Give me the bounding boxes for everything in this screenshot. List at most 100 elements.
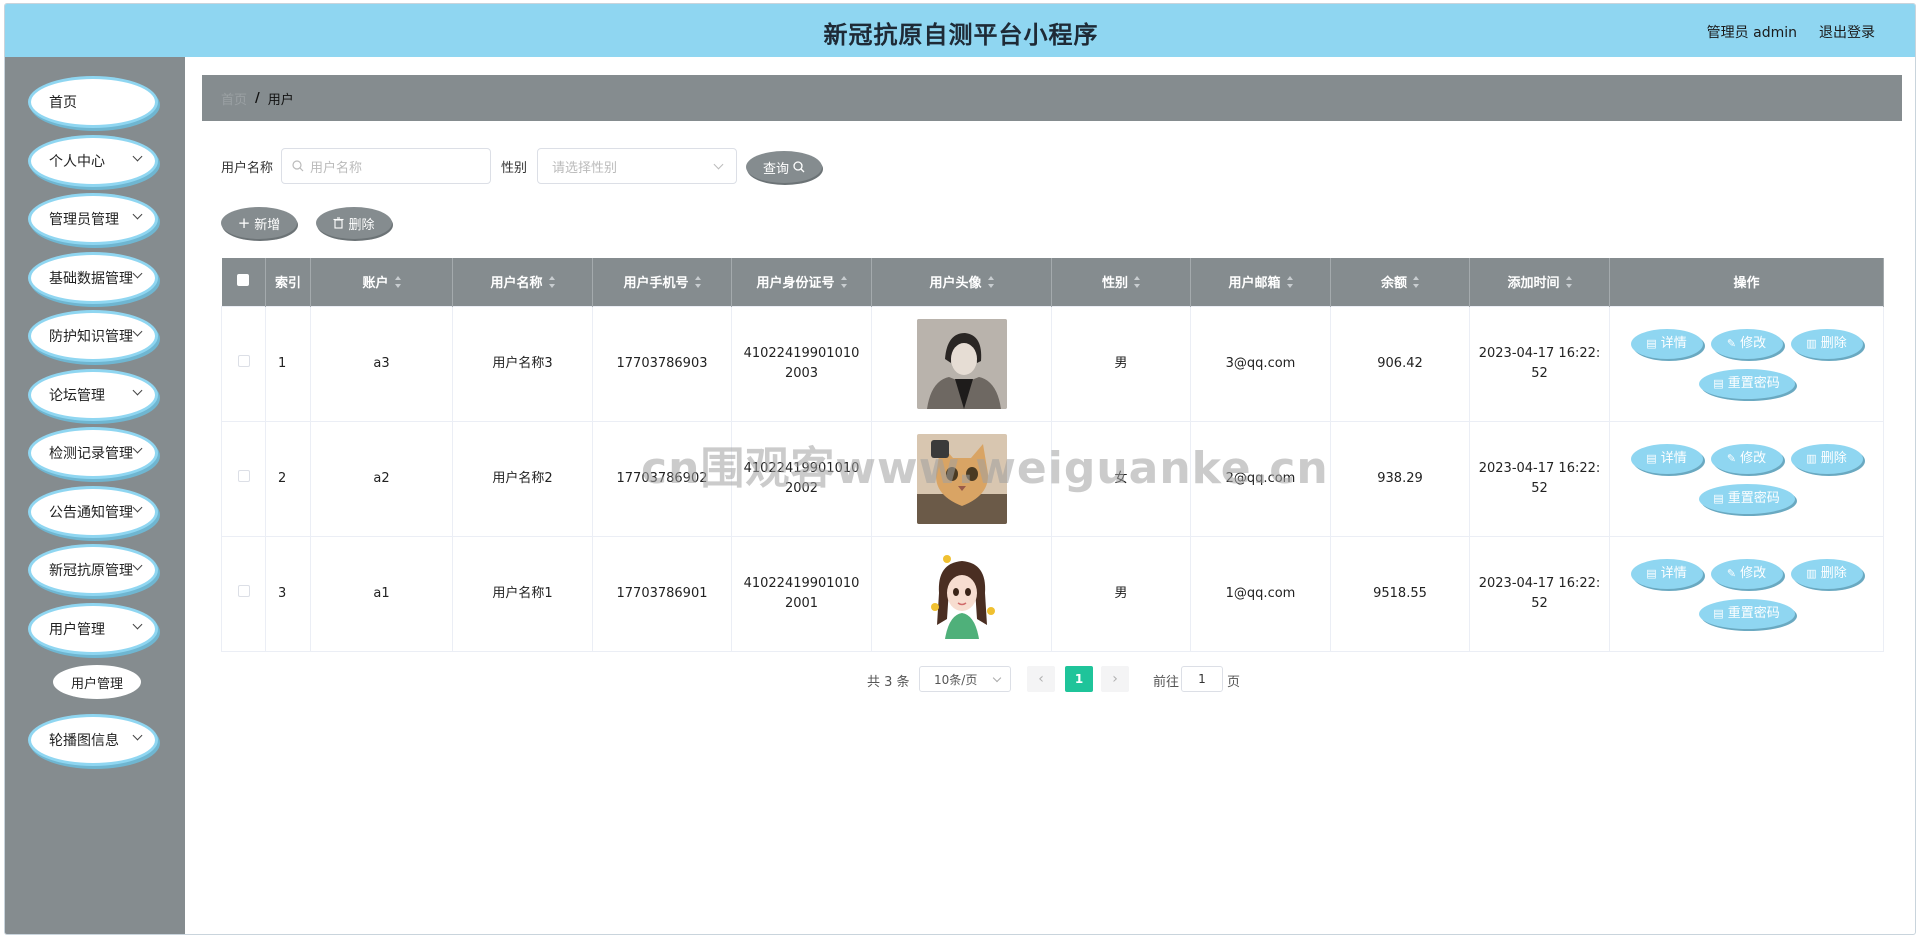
edit-button[interactable]: ✎ 修改 bbox=[1710, 328, 1783, 359]
cell-account: a1 bbox=[310, 535, 453, 652]
sort-icon[interactable] bbox=[694, 276, 701, 289]
sort-icon[interactable] bbox=[1286, 276, 1293, 289]
page-number-1[interactable]: 1 bbox=[1065, 666, 1093, 692]
delete-button[interactable]: ▥ 删除 bbox=[1790, 443, 1863, 474]
col-header-avatar[interactable]: 用户头像 bbox=[871, 258, 1052, 306]
batch-delete-button[interactable]: 删除 bbox=[316, 207, 392, 239]
query-button[interactable]: 查询 bbox=[746, 151, 822, 183]
sidebar-item-admin-manage[interactable]: 管理员管理 bbox=[31, 196, 155, 242]
sidebar-item-home[interactable]: 首页 bbox=[31, 79, 155, 125]
sidebar-item-test-records[interactable]: 检测记录管理 bbox=[31, 430, 155, 476]
edit-label: 修改 bbox=[1740, 565, 1767, 581]
user-avatar-image[interactable] bbox=[916, 318, 1007, 409]
col-header-idcard[interactable]: 用户身份证号 bbox=[731, 258, 872, 306]
breadcrumb-home[interactable]: 首页 bbox=[221, 89, 247, 108]
name-label: 用户名称 bbox=[221, 161, 274, 176]
sidebar-item-carousel[interactable]: 轮播图信息 bbox=[31, 717, 155, 763]
edit-button[interactable]: ✎ 修改 bbox=[1710, 558, 1783, 589]
sidebar-item-notices[interactable]: 公告通知管理 bbox=[31, 489, 155, 535]
search-icon bbox=[292, 160, 304, 172]
edit-button[interactable]: ✎ 修改 bbox=[1710, 443, 1783, 474]
top-header: 新冠抗原自测平台小程序 管理员 admin 退出登录 bbox=[5, 4, 1915, 57]
add-button[interactable]: + 新增 bbox=[221, 207, 297, 239]
sidebar-item-user-manage[interactable]: 用户管理 bbox=[31, 606, 155, 652]
gender-select[interactable]: 请选择性别 bbox=[537, 148, 737, 184]
sidebar-item-antigen[interactable]: 新冠抗原管理 bbox=[31, 547, 155, 593]
header-label: 性别 bbox=[1101, 276, 1128, 292]
delete-label: 删除 bbox=[1820, 335, 1847, 351]
logout-link[interactable]: 退出登录 bbox=[1819, 22, 1875, 42]
user-avatar-image[interactable] bbox=[916, 433, 1007, 524]
name-search-input[interactable]: 用户名称 bbox=[281, 148, 491, 184]
delete-button[interactable]: ▥ 删除 bbox=[1790, 558, 1863, 589]
cell-balance: 9518.55 bbox=[1330, 535, 1470, 652]
sort-icon[interactable] bbox=[1565, 276, 1572, 289]
sort-icon[interactable] bbox=[548, 276, 555, 289]
row-select-cell[interactable] bbox=[221, 420, 266, 537]
col-header-email[interactable]: 用户邮箱 bbox=[1190, 258, 1331, 306]
col-header-phone[interactable]: 用户手机号 bbox=[592, 258, 732, 306]
row-select-cell[interactable] bbox=[221, 535, 266, 652]
cell-name: 用户名称1 bbox=[452, 535, 593, 652]
col-header-gender[interactable]: 性别 bbox=[1051, 258, 1191, 306]
col-header-name[interactable]: 用户名称 bbox=[452, 258, 593, 306]
cell-time: 2023-04-17 16:22:52 bbox=[1469, 420, 1610, 537]
sort-icon[interactable] bbox=[1134, 276, 1140, 289]
cell-index: 2 bbox=[265, 420, 311, 537]
header-label: 用户手机号 bbox=[623, 276, 689, 292]
detail-button[interactable]: ▤ 详情 bbox=[1630, 443, 1703, 474]
next-page-button[interactable]: › bbox=[1101, 666, 1129, 692]
row-checkbox[interactable] bbox=[237, 354, 250, 367]
prev-page-button[interactable]: ‹ bbox=[1027, 666, 1055, 692]
col-header-index: 索引 bbox=[265, 258, 311, 306]
sort-icon[interactable] bbox=[840, 276, 847, 289]
cell-avatar bbox=[871, 535, 1052, 652]
trash-icon bbox=[333, 217, 344, 229]
trash-icon: ▥ bbox=[1806, 336, 1817, 350]
sidebar-subitem-user-manage[interactable]: 用户管理 bbox=[53, 665, 141, 699]
page-size-value: 10条/页 bbox=[934, 672, 978, 687]
header-label: 操作 bbox=[1733, 276, 1760, 292]
col-header-account[interactable]: 账户 bbox=[310, 258, 453, 306]
row-select-cell[interactable] bbox=[221, 305, 266, 422]
col-header-time[interactable]: 添加时间 bbox=[1469, 258, 1610, 306]
col-header-balance[interactable]: 余额 bbox=[1330, 258, 1470, 306]
select-all-cell[interactable] bbox=[221, 258, 266, 306]
reset-password-button[interactable]: ▤ 重置密码 bbox=[1698, 483, 1795, 514]
row-checkbox[interactable] bbox=[237, 469, 250, 482]
header-label: 余额 bbox=[1380, 276, 1407, 292]
sort-icon[interactable] bbox=[1413, 276, 1419, 289]
trash-icon: ▥ bbox=[1806, 566, 1817, 580]
sort-icon[interactable] bbox=[987, 276, 994, 289]
detail-label: 详情 bbox=[1660, 565, 1687, 581]
sidebar-item-label: 新冠抗原管理 bbox=[49, 563, 133, 579]
detail-button[interactable]: ▤ 详情 bbox=[1630, 558, 1703, 589]
reset-password-button[interactable]: ▤ 重置密码 bbox=[1698, 598, 1795, 629]
chevron-down-icon bbox=[132, 502, 143, 513]
detail-label: 详情 bbox=[1660, 450, 1687, 466]
user-avatar-image[interactable] bbox=[916, 548, 1007, 639]
document-icon: ▤ bbox=[1713, 606, 1724, 620]
sidebar-item-base-data[interactable]: 基础数据管理 bbox=[31, 255, 155, 301]
cell-ops: ▤ 详情 ✎ 修改 ▥ 删除 ▤ 重置密码 bbox=[1609, 305, 1884, 422]
sort-icon[interactable] bbox=[394, 276, 401, 289]
cell-balance: 938.29 bbox=[1330, 420, 1470, 537]
sidebar-item-label: 论坛管理 bbox=[49, 388, 105, 404]
goto-label: 前往 bbox=[1153, 675, 1180, 690]
detail-button[interactable]: ▤ 详情 bbox=[1630, 328, 1703, 359]
table-header-row: 索引 账户 用户名称 用户手机号 用户身份证号 用户头像 性别 用户邮箱 余额 … bbox=[221, 258, 1884, 306]
goto-page-input[interactable]: 1 bbox=[1181, 666, 1223, 692]
cell-email: 2@qq.com bbox=[1190, 420, 1331, 537]
page-size-select[interactable]: 10条/页 bbox=[919, 666, 1011, 692]
row-checkbox[interactable] bbox=[237, 584, 250, 597]
cell-name: 用户名称3 bbox=[452, 305, 593, 422]
reset-password-button[interactable]: ▤ 重置密码 bbox=[1698, 368, 1795, 399]
sidebar-item-label: 个人中心 bbox=[49, 154, 105, 170]
delete-button[interactable]: ▥ 删除 bbox=[1790, 328, 1863, 359]
select-all-checkbox[interactable] bbox=[237, 273, 250, 286]
avatar-cartoon-girl bbox=[916, 548, 1007, 639]
chevron-left-icon: ‹ bbox=[1038, 671, 1044, 687]
sidebar-item-personal-center[interactable]: 个人中心 bbox=[31, 138, 155, 184]
sidebar-item-protection-knowledge[interactable]: 防护知识管理 bbox=[31, 313, 155, 359]
sidebar-item-forum[interactable]: 论坛管理 bbox=[31, 372, 155, 418]
